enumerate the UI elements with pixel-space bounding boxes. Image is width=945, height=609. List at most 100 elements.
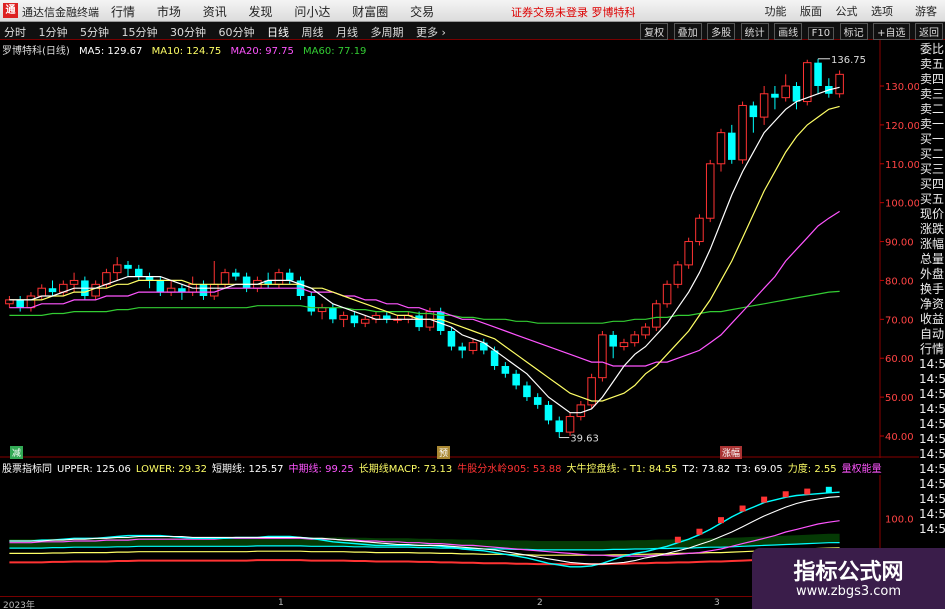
candle-up [716,132,726,165]
app-logo-icon: 通 [3,3,18,18]
main-menu: 行情 市场 资讯 发现 问小达 财富圈 交易 [111,3,452,20]
menu-formula[interactable]: 公式 [836,5,858,18]
tool-draw-button[interactable]: 画线 [774,23,803,40]
watermark-title: 指标公式网 [793,560,904,585]
tab-more[interactable]: 更多 › [416,26,446,39]
menu-discover[interactable]: 发现 [249,5,273,19]
right-panel-item[interactable]: 行情 [919,342,945,357]
right-panel-item[interactable]: 14:55 [919,402,945,417]
watershed-line [9,555,840,566]
right-panel-item[interactable]: 14:54 [919,477,945,492]
tab-15min[interactable]: 15分钟 [122,26,158,39]
right-panel-item[interactable]: 14:55 [919,492,945,507]
right-panel-item[interactable]: 卖三 [919,87,945,102]
price-tick-label: 110.00 [885,160,919,171]
right-panel-item[interactable]: 14:56 [919,387,945,402]
candle-up [209,283,219,297]
right-panel-item[interactable]: 收益 [919,312,945,327]
candle-down [501,366,510,374]
right-panel-item[interactable]: 净资 [919,297,945,312]
price-tick-label: 80.00 [885,276,914,287]
candle-up [37,287,47,297]
right-panel-item[interactable]: 14:55 [919,447,945,462]
tool-mark-button[interactable]: 标记 [839,23,868,40]
marker-gain[interactable]: 涨幅 [720,446,743,459]
right-panel-item[interactable]: 委比 [919,42,945,57]
signal-box [696,528,703,535]
tool-multi-stock-button[interactable]: 多股 [707,23,736,40]
tool-stats-button[interactable]: 统计 [740,23,769,40]
right-panel-item[interactable]: 14:55 [919,417,945,432]
menu-options[interactable]: 选项 [871,5,893,18]
candle-up [641,326,650,336]
watermark-url: www.zbgs3.com [795,584,902,599]
candle-down [749,105,758,118]
right-panel-item[interactable]: 涨跌 [919,222,945,237]
marker-forecast[interactable]: 预 [437,446,451,459]
tab-monthly[interactable]: 月线 [336,26,358,39]
menu-trade[interactable]: 交易 [410,5,434,19]
price-tick-label: 130.00 [885,82,919,93]
candle-up [781,85,790,99]
price-tick-label: 70.00 [885,315,914,326]
menu-ask[interactable]: 问小达 [294,5,330,19]
tab-timeshare[interactable]: 分时 [4,26,26,39]
candle-down [512,373,520,386]
ma5-line [9,86,840,414]
right-panel-item[interactable]: 卖五 [919,57,945,72]
tab-daily[interactable]: 日线 [267,26,289,39]
tool-back-button[interactable]: 返回 [915,23,943,40]
right-panel-item[interactable]: 卖一 [919,117,945,132]
right-panel-item[interactable]: 14:54 [919,462,945,477]
tab-5min[interactable]: 5分钟 [80,26,109,39]
menu-quotes[interactable]: 行情 [111,5,135,19]
right-panel-item[interactable]: 14:55 [919,522,945,537]
right-panel-item[interactable]: 买二 [919,147,945,162]
right-panel-item[interactable]: 涨幅 [919,237,945,252]
right-panel-item[interactable]: 自动 [919,327,945,342]
right-panel-item[interactable]: 买一 [919,132,945,147]
signal-box [718,517,725,524]
ma60-value: MA60: 77.19 [303,46,367,57]
menu-layout[interactable]: 版面 [800,5,822,18]
right-panel-item[interactable]: 买四 [919,177,945,192]
right-panel-item[interactable]: 14:55 [919,372,945,387]
right-panel-item[interactable]: 14:56 [919,357,945,372]
right-panel-item[interactable]: 总量 [919,252,945,267]
indicator-legend-item: 股票指标同 [2,464,52,475]
candle-down [242,276,251,289]
right-panel-item[interactable]: 14:55 [919,507,945,522]
guest-user[interactable]: 游客 [915,3,937,19]
login-alert[interactable]: 证券交易未登录 罗博特科 [511,4,636,20]
menu-news[interactable]: 资讯 [203,5,227,19]
tab-30min[interactable]: 30分钟 [170,26,206,39]
tool-add-favorite-button[interactable]: +自选 [873,23,910,40]
menu-functions[interactable]: 功能 [765,5,787,18]
right-panel-item[interactable]: 卖四 [919,72,945,87]
right-panel-item[interactable]: 换手 [919,282,945,297]
tool-f10-button[interactable]: F10 [807,27,835,40]
candlestick-chart[interactable]: 130.00 120.00 110.00 100.00 90.00 80.00 70.00 6… [0,40,919,458]
tab-multi-period[interactable]: 多周期 [371,26,404,39]
menu-market[interactable]: 市场 [157,5,181,19]
tab-weekly[interactable]: 周线 [302,26,324,39]
marker-reduce[interactable]: 减 [10,446,24,459]
tool-overlay-button[interactable]: 叠加 [673,23,702,40]
tab-1min[interactable]: 1分钟 [39,26,68,39]
candle-down [771,93,779,98]
candle-up [91,283,100,297]
indicator-tick-label: 100.0 [885,515,914,526]
right-panel-item[interactable]: 14:55 [919,432,945,447]
indicator-legend-item: T3: 69.05 [735,464,783,475]
right-panel-item[interactable]: 买五 [919,192,945,207]
menu-wealth[interactable]: 财富圈 [352,5,388,19]
right-panel-item[interactable]: 现价 [919,207,945,222]
candle-up [598,334,607,379]
right-panel-item[interactable]: 卖二 [919,102,945,117]
right-panel-item[interactable]: 外盘 [919,267,945,282]
tool-adjust-button[interactable]: 复权 [640,23,669,40]
candle-down [544,404,553,421]
right-panel-item[interactable]: 买三 [919,162,945,177]
candle-up [695,217,704,243]
tab-60min[interactable]: 60分钟 [219,26,255,39]
